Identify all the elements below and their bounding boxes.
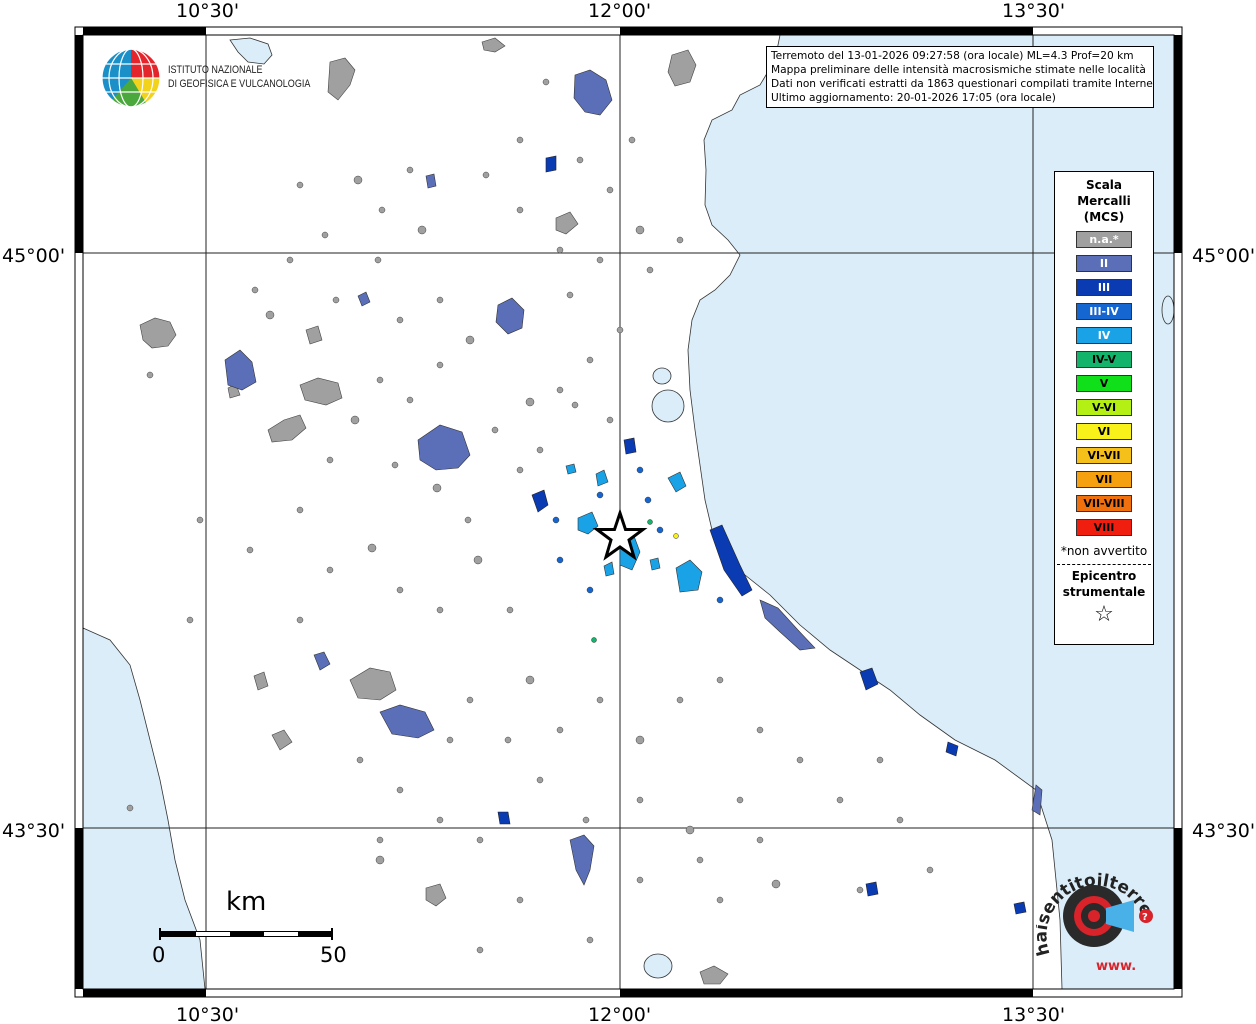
legend-item: III (1076, 279, 1132, 296)
scale-end: 50 (320, 943, 347, 967)
legend-separator (1057, 564, 1151, 565)
institute-name-line2: DI GEOFISICA E VULCANOLOGIA (168, 78, 311, 90)
mcs-legend: Scala Mercalli (MCS) n.a.* II III III-IV IV I… (1054, 171, 1154, 645)
event-info-line3: Dati non verificati estratti da 1863 que… (771, 78, 1154, 90)
legend-epicenter-line2: strumentale (1062, 585, 1146, 599)
lagoon (651, 389, 685, 423)
legend-item: II (1076, 255, 1132, 272)
institute-name: ISTITUTO NAZIONALE DI GEOFISICA E VULCAN… (168, 63, 310, 91)
legend-item: n.a.* (1076, 231, 1132, 248)
event-info-line2: Mappa preliminare delle intensità macros… (771, 64, 1146, 76)
lon-label-bottom-3: 13°30' (1002, 1004, 1065, 1024)
hsit-logo: haisentitoilterremoto.it www. ? (1036, 858, 1156, 974)
legend-item: IV-V (1076, 351, 1132, 368)
legend-item: VIII (1076, 519, 1132, 536)
lagoon (652, 367, 672, 385)
star-icon: ☆ (1094, 602, 1114, 627)
lat-label-right-2: 43°30' (1192, 820, 1255, 842)
lon-label-top-3: 13°30' (1002, 0, 1065, 22)
legend-title-line3: (MCS) (1083, 210, 1125, 224)
legend-item: VII (1076, 471, 1132, 488)
legend-item: VII-VIII (1076, 495, 1132, 512)
ingv-globe-icon (101, 48, 161, 108)
legend-item: V (1076, 375, 1132, 392)
legend-title: Scala Mercalli (MCS) (1055, 177, 1153, 225)
localities-vi (673, 533, 679, 539)
svg-text:?: ? (1142, 912, 1148, 923)
event-info-line4: Ultimo aggiornamento: 20-01-2026 17:05 (… (771, 92, 1056, 104)
scale-unit: km (226, 887, 267, 917)
lon-label-top-2: 12°00' (588, 0, 651, 22)
lat-label-left-2: 43°30' (2, 820, 65, 842)
legend-item: III-IV (1076, 303, 1132, 320)
coast-islet (1161, 295, 1175, 325)
legend-item: VI (1076, 423, 1132, 440)
event-info-box: Terremoto del 13-01-2026 09:27:58 (ora l… (766, 46, 1154, 108)
legend-item: V-VI (1076, 399, 1132, 416)
legend-item: VI-VII (1076, 447, 1132, 464)
legend-items: n.a.* II III III-IV IV IV-V V V-VI VI VI-VII VII VI… (1055, 231, 1153, 536)
institute-name-line1: ISTITUTO NAZIONALE (168, 64, 263, 76)
lon-label-top-1: 10°30' (176, 0, 239, 22)
lake-trasimeno (643, 953, 673, 979)
scale-start: 0 (152, 943, 166, 967)
lat-label-left-1: 45°00' (2, 245, 65, 267)
lon-label-bottom-2: 12°00' (588, 1004, 651, 1024)
event-info-line1: Terremoto del 13-01-2026 09:27:58 (ora l… (771, 50, 1134, 62)
legend-note: *non avvertito (1060, 544, 1148, 558)
legend-title-line1: Scala (1085, 178, 1123, 192)
legend-epicenter-line1: Epicentro (1071, 569, 1137, 583)
hsit-logo-prefix: www. (1096, 959, 1136, 974)
legend-item: IV (1076, 327, 1132, 344)
lon-label-bottom-1: 10°30' (176, 1004, 239, 1024)
ear-icon: ? (1063, 885, 1153, 947)
legend-title-line2: Mercalli (1077, 194, 1131, 208)
legend-epicenter-label: Epicentro strumentale (1055, 568, 1153, 600)
lat-label-right-1: 45°00' (1192, 245, 1255, 267)
